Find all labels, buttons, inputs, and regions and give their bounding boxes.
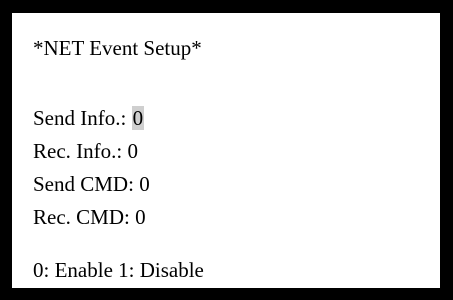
setting-label-send-info: Send Info.: bbox=[33, 106, 132, 130]
setting-value-send-info[interactable]: 0 bbox=[131, 106, 145, 130]
setting-label-send-cmd: Send CMD: bbox=[33, 172, 140, 196]
lcd-screen-frame: *NET Event Setup* Send Info.: 0 Rec. Inf… bbox=[0, 0, 453, 300]
value-legend: 0: Enable 1: Disable bbox=[33, 258, 204, 282]
setting-value-rec-info[interactable]: 0 bbox=[127, 139, 138, 163]
setting-row-send-cmd[interactable]: Send CMD: 0 bbox=[33, 172, 150, 196]
setting-row-rec-cmd[interactable]: Rec. CMD: 0 bbox=[33, 205, 146, 229]
setting-label-rec-cmd: Rec. CMD: bbox=[33, 205, 136, 229]
setting-row-send-info[interactable]: Send Info.: 0 bbox=[33, 106, 145, 130]
setting-value-send-cmd[interactable]: 0 bbox=[139, 172, 150, 196]
setting-label-rec-info: Rec. Info.: bbox=[33, 139, 128, 163]
screen-title: *NET Event Setup* bbox=[33, 36, 202, 60]
setting-row-rec-info[interactable]: Rec. Info.: 0 bbox=[33, 139, 138, 163]
setting-value-rec-cmd[interactable]: 0 bbox=[135, 205, 146, 229]
